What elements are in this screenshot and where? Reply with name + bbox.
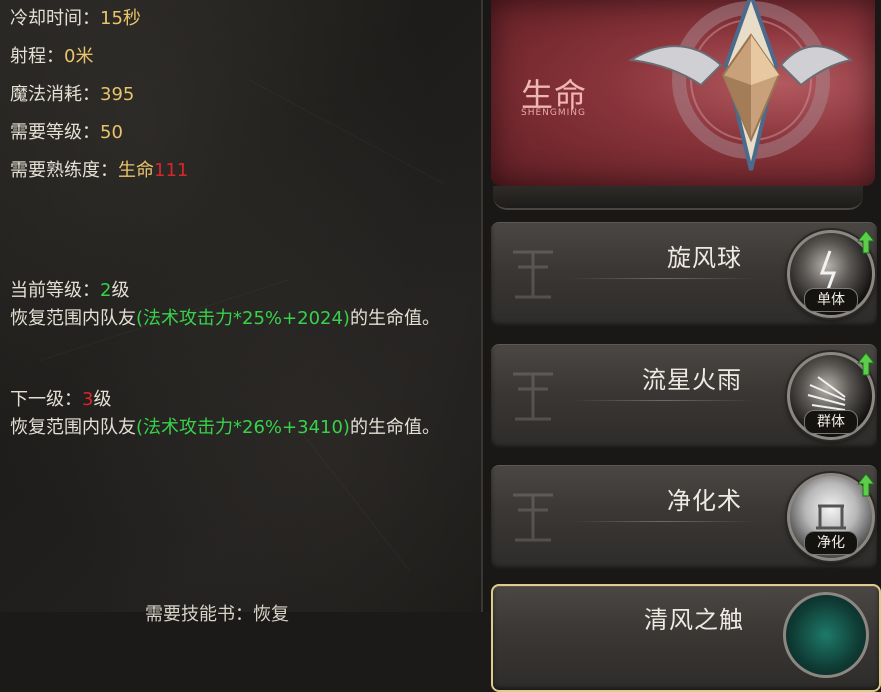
divider [571,521,756,522]
cooldown-value: 15秒 [100,8,141,29]
next-effect-formula: (法术攻击力*26%+3410) [136,417,350,438]
cooldown-row: 冷却时间：15秒 [10,4,141,30]
life-school-emblem-icon [628,0,854,171]
mana-cost-label: 魔法消耗： [10,84,100,105]
skill-target-tag: 单体 [804,288,858,312]
divider [571,278,756,279]
school-pinyin: SHENGMING [521,108,586,118]
skill-item[interactable]: 旋风球 单体 [491,222,877,326]
next-level-value: 3 [82,389,94,410]
current-level-unit: 级 [111,280,130,301]
current-level-value: 2 [100,280,112,301]
skill-target-tag: 群体 [804,410,858,434]
divider [571,400,756,401]
skill-name: 净化术 [667,487,742,515]
next-level-unit: 级 [93,389,112,410]
range-value: 0米 [64,46,94,67]
texture-crack [299,430,412,573]
range-label: 射程： [10,46,64,67]
level-requirement-value: 50 [100,122,123,143]
next-effect-post: 的生命值。 [349,417,440,438]
cooldown-label: 冷却时间： [10,8,100,29]
skill-name: 流星火雨 [642,366,742,394]
decorative-rune-icon [513,250,553,299]
skill-item[interactable]: 净化术 净化 [491,465,877,569]
skill-list-panel: 生命 SHENGMING 旋风球 单体 流星火雨 群体 净化术 净化 清风之触 [483,0,881,692]
next-effect-text: 恢复范围内队友(法术攻击力*26%+3410)的生命值。 [10,411,465,444]
upgrade-arrow-icon [857,473,875,497]
upgrade-arrow-icon [857,352,875,376]
banner-scroll-bar [493,186,863,210]
mana-cost-row: 魔法消耗：395 [10,80,134,106]
proficiency-value: 111 [154,160,189,181]
next-level-label: 下一级： [10,389,82,410]
skill-item-selected[interactable]: 清风之触 [491,584,881,692]
heal-skill-icon [783,592,869,678]
current-level-label: 当前等级： [10,280,100,301]
range-row: 射程：0米 [10,42,93,68]
skill-target-tag: 净化 [804,531,858,555]
mana-cost-value: 395 [100,84,135,105]
skill-item[interactable]: 流星火雨 群体 [491,344,877,448]
decorative-rune-icon [513,493,553,542]
skill-name: 清风之触 [644,606,744,634]
decorative-rune-icon [513,372,553,421]
skill-name: 旋风球 [667,244,742,272]
proficiency-row: 需要熟练度：生命111 [10,156,188,182]
level-requirement-row: 需要等级：50 [10,118,123,144]
next-level-row: 下一级：3级 [10,385,111,411]
school-banner: 生命 SHENGMING [491,0,875,186]
proficiency-label: 需要熟练度： [10,160,118,181]
next-effect-pre: 恢复范围内队友 [10,417,136,438]
current-effect-formula: (法术攻击力*25%+2024) [136,308,350,329]
skill-book-requirement: 需要技能书：恢复 [145,604,289,625]
current-level-row: 当前等级：2级 [10,276,129,302]
proficiency-school: 生命 [118,160,154,181]
current-effect-pre: 恢复范围内队友 [10,308,136,329]
current-effect-text: 恢复范围内队友(法术攻击力*25%+2024)的生命值。 [10,302,465,335]
current-effect-post: 的生命值。 [349,308,440,329]
texture-crack [249,80,445,185]
upgrade-arrow-icon [857,230,875,254]
level-requirement-label: 需要等级： [10,122,100,143]
skill-detail-panel: 冷却时间：15秒 射程：0米 魔法消耗：395 需要等级：50 需要熟练度：生命… [0,0,483,625]
